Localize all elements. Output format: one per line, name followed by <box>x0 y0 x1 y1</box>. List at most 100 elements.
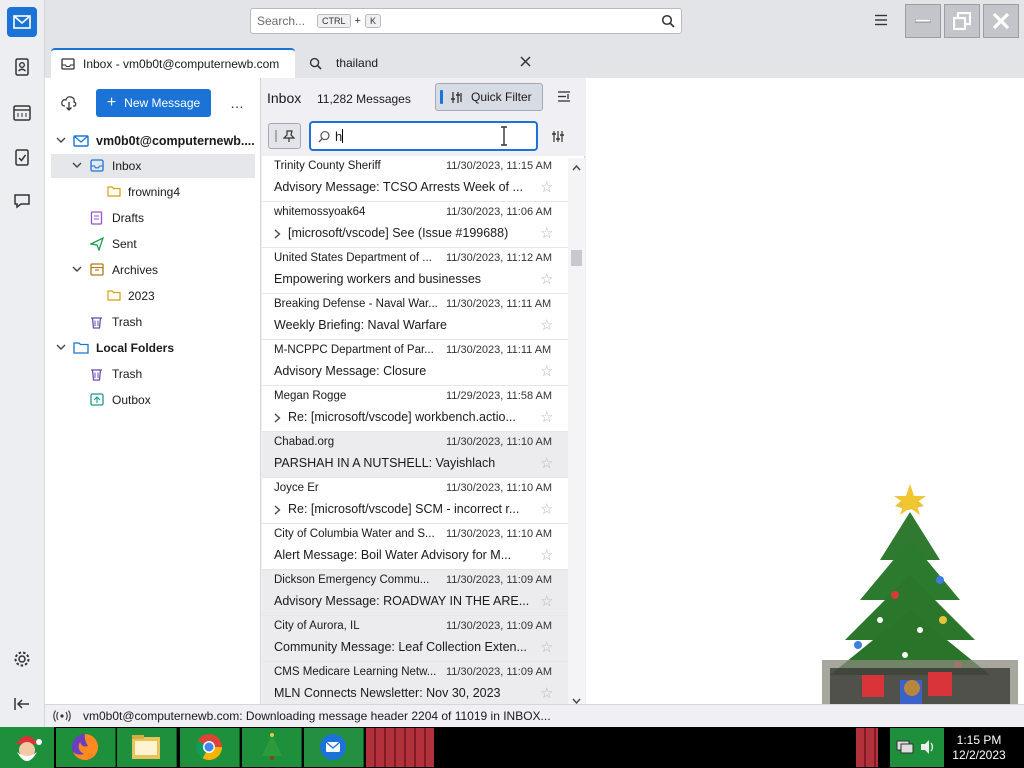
message-sender: Joyce Er <box>274 482 319 494</box>
folder-label: Outbox <box>112 393 151 407</box>
account-row[interactable]: vm0b0t@computernewb.... <box>51 129 255 153</box>
quick-filter-button[interactable]: Quick Filter <box>435 83 543 111</box>
taskbar-firefox[interactable] <box>56 728 116 767</box>
thunderbird-icon <box>320 734 346 760</box>
local-folders-label: Local Folders <box>96 341 175 355</box>
app-menu-icon[interactable] <box>874 14 888 29</box>
message-subject: [microsoft/vscode] See (Issue #199688) <box>288 226 509 240</box>
local-folder-outbox[interactable]: Outbox <box>51 388 255 412</box>
start-button[interactable] <box>0 727 54 768</box>
text-cursor <box>342 129 344 143</box>
star-icon[interactable]: ☆ <box>540 546 553 564</box>
message-list-scrollbar[interactable] <box>568 158 585 705</box>
new-message-button[interactable]: + New Message <box>96 89 211 117</box>
folder-archives[interactable]: Archives <box>51 258 255 282</box>
address-book-icon[interactable] <box>7 52 37 82</box>
folder-icon <box>107 289 121 303</box>
restore-button[interactable] <box>944 4 980 38</box>
message-list: Trinity County Sheriff 11/30/2023, 11:15… <box>262 158 568 704</box>
thread-chevron-icon[interactable] <box>274 226 281 242</box>
star-icon[interactable]: ☆ <box>540 684 553 702</box>
message-row[interactable]: Dickson Emergency Commu... 11/30/2023, 1… <box>262 570 568 616</box>
star-icon[interactable]: ☆ <box>540 454 553 472</box>
pin-filter-button[interactable] <box>268 123 301 149</box>
message-row[interactable]: Megan Rogge 11/29/2023, 11:58 AM Re: [mi… <box>262 386 568 432</box>
title-bar: Search... CTRL + K <box>45 0 1024 44</box>
chevron-down-icon[interactable] <box>72 161 82 172</box>
thread-chevron-icon[interactable] <box>274 410 281 426</box>
star-icon[interactable]: ☆ <box>540 592 553 610</box>
close-window-button[interactable] <box>983 4 1019 38</box>
star-icon[interactable]: ☆ <box>540 316 553 334</box>
quick-filter-search-input[interactable]: h <box>309 121 538 151</box>
message-row[interactable]: Joyce Er 11/30/2023, 11:10 AM Re: [micro… <box>262 478 568 524</box>
settings-gear-icon[interactable] <box>7 644 37 674</box>
folder-pane-more-button[interactable]: … <box>230 95 244 111</box>
mail-space-icon[interactable] <box>7 7 37 37</box>
tasks-icon[interactable] <box>7 142 37 172</box>
mail-tab-icon <box>61 58 75 70</box>
tab-thailand[interactable]: thailand <box>299 48 543 78</box>
chevron-down-icon[interactable] <box>72 265 82 276</box>
message-row[interactable]: Chabad.org 11/30/2023, 11:10 AM PARSHAH … <box>262 432 568 478</box>
star-icon[interactable]: ☆ <box>540 500 553 518</box>
scroll-up-icon[interactable] <box>572 160 581 174</box>
close-tab-icon[interactable] <box>520 56 531 70</box>
star-icon[interactable]: ☆ <box>540 178 553 196</box>
message-row[interactable]: City of Columbia Water and S... 11/30/20… <box>262 524 568 570</box>
message-row[interactable]: City of Aurora, IL 11/30/2023, 11:09 AM … <box>262 616 568 662</box>
message-row[interactable]: whitemossyoak64 11/30/2023, 11:06 AM [mi… <box>262 202 568 248</box>
folder-inbox[interactable]: Inbox <box>51 154 255 178</box>
message-subject: Advisory Message: Closure <box>274 364 427 378</box>
filter-search-icon <box>318 130 331 146</box>
get-messages-icon[interactable] <box>61 95 77 114</box>
local-folders-row[interactable]: Local Folders <box>51 336 255 360</box>
star-icon[interactable]: ☆ <box>540 224 553 242</box>
star-icon[interactable]: ☆ <box>540 638 553 656</box>
message-row[interactable]: United States Department of ... 11/30/20… <box>262 248 568 294</box>
star-icon[interactable]: ☆ <box>540 270 553 288</box>
folder-2023[interactable]: 2023 <box>51 284 255 308</box>
taskbar-thunderbird[interactable] <box>304 728 364 767</box>
message-row[interactable]: Trinity County Sheriff 11/30/2023, 11:15… <box>262 158 568 202</box>
collapse-spaces-icon[interactable] <box>7 689 37 719</box>
folder-drafts[interactable]: Drafts <box>51 206 255 230</box>
message-row[interactable]: M-NCPPC Department of Par... 11/30/2023,… <box>262 340 568 386</box>
folder-label: 2023 <box>128 289 155 303</box>
message-row[interactable]: CMS Medicare Learning Netw... 11/30/2023… <box>262 662 568 704</box>
message-date: 11/30/2023, 11:09 AM <box>446 574 553 586</box>
local-folder-trash[interactable]: Trash <box>51 362 255 386</box>
display-options-icon[interactable] <box>557 90 571 106</box>
plus-icon: + <box>106 94 117 111</box>
chevron-down-icon[interactable] <box>56 136 66 147</box>
scrollbar-thumb[interactable] <box>571 250 582 266</box>
tray-overflow[interactable] <box>856 728 878 767</box>
minimize-button[interactable] <box>905 4 941 38</box>
chat-icon[interactable] <box>7 186 37 216</box>
folder-name-heading: Inbox <box>267 90 302 106</box>
folder-sent[interactable]: Sent <box>51 232 255 256</box>
taskbar-xmas-app[interactable] <box>242 728 302 767</box>
taskbar-running-window[interactable] <box>366 728 434 767</box>
taskbar-file-explorer[interactable] <box>117 728 177 767</box>
message-row[interactable]: Breaking Defense - Naval War... 11/30/20… <box>262 294 568 340</box>
folder-label: Trash <box>112 315 143 329</box>
calendar-icon[interactable] <box>7 97 37 127</box>
global-search-input[interactable]: Search... CTRL + K <box>250 8 682 34</box>
taskbar-chrome[interactable] <box>180 728 240 767</box>
chevron-down-icon[interactable] <box>56 343 66 354</box>
folder-frowning4[interactable]: frowning4 <box>51 180 255 204</box>
star-icon[interactable]: ☆ <box>540 408 553 426</box>
taskbar-clock[interactable]: 1:15 PM 12/2/2023 <box>948 733 1010 763</box>
thread-chevron-icon[interactable] <box>274 502 281 518</box>
tab-label: Inbox - vm0b0t@computernewb.com <box>83 57 280 71</box>
system-tray <box>890 728 944 767</box>
message-date: 11/30/2023, 11:12 AM <box>446 252 553 264</box>
shortcut-k-key: K <box>364 14 381 28</box>
search-icon[interactable] <box>661 14 675 31</box>
tab-inbox[interactable]: Inbox - vm0b0t@computernewb.com <box>51 48 295 78</box>
folder-trash[interactable]: Trash <box>51 310 255 334</box>
filter-options-icon[interactable] <box>551 130 565 146</box>
shortcut-ctrl-key: CTRL <box>317 14 351 28</box>
star-icon[interactable]: ☆ <box>540 362 553 380</box>
